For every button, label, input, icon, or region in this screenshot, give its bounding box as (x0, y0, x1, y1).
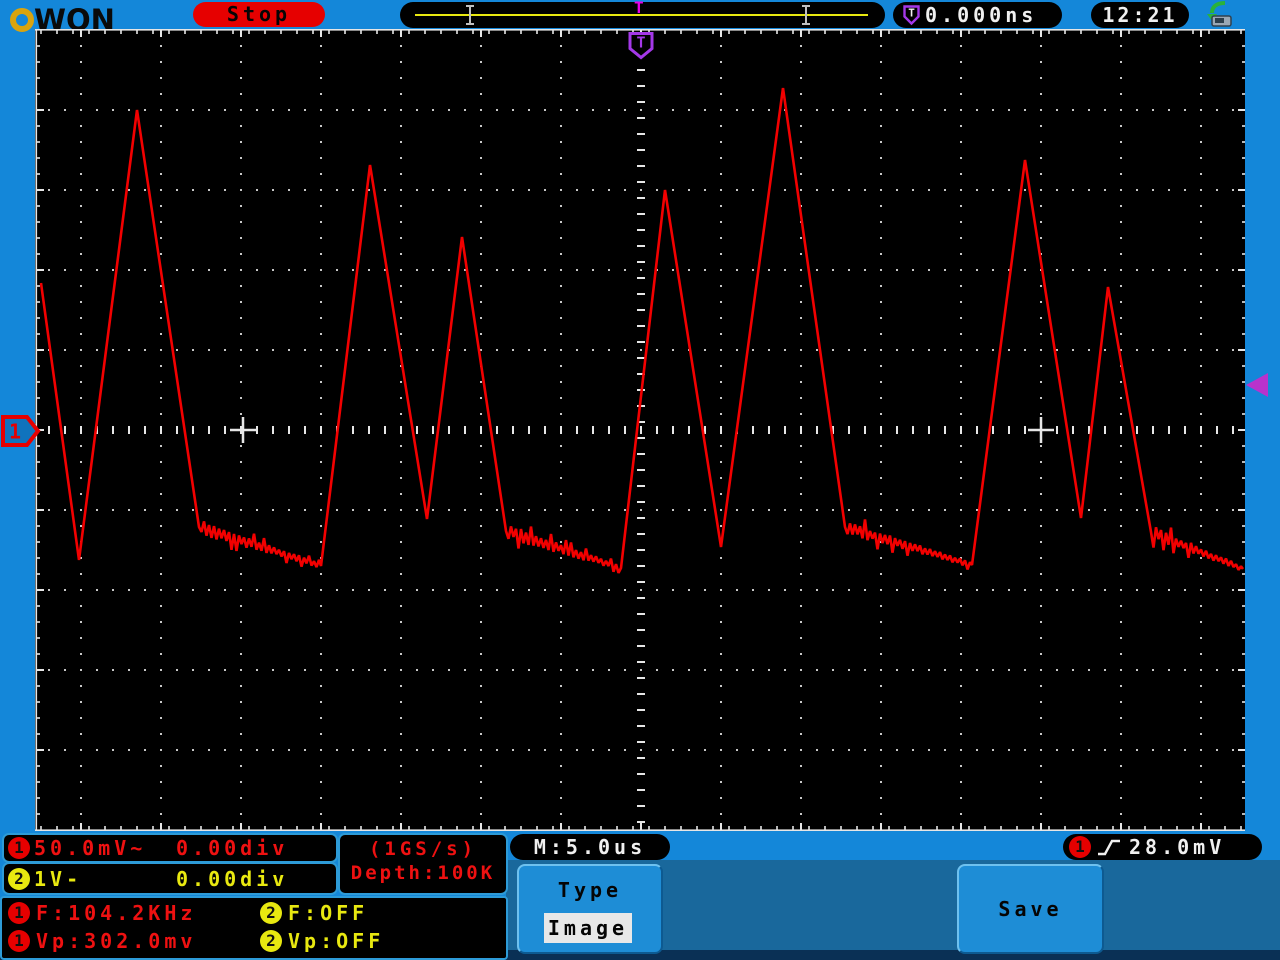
ch2-badge: 2 (8, 868, 30, 890)
type-button[interactable]: Type Image (517, 864, 663, 954)
run-status-badge[interactable]: Stop (193, 2, 325, 27)
type-label: Type (557, 878, 623, 902)
type-value-highlight: Image (544, 913, 632, 943)
meas3-ch-badge: 1 (8, 930, 30, 952)
trigger-info-badge: 1 28.0mV (1063, 834, 1262, 860)
scope-grid-and-trace (35, 29, 1247, 831)
record-window-end-bracket (805, 5, 807, 25)
run-status-label: Stop (226, 2, 292, 26)
scope-display (35, 29, 1247, 831)
trigger-delay-value: 0.000ns (925, 3, 1038, 27)
ch1-badge: 1 (8, 837, 30, 859)
meas2-value: F:OFF (288, 901, 369, 925)
trigger-delay-badge: T 0.000ns (893, 2, 1062, 28)
meas1-ch-badge: 1 (8, 902, 30, 924)
meas1-value: F:104.2KHz (36, 901, 197, 925)
rising-edge-icon (1098, 839, 1120, 856)
meas2-ch-badge: 2 (260, 902, 282, 924)
acquisition-box: (1GS/s) Depth:100K (338, 833, 508, 895)
timebase-value: M:5.0us (533, 835, 647, 859)
owon-logo: WON (10, 3, 115, 37)
record-window-start-bracket (469, 5, 471, 25)
measurements-panel: 1 F:104.2KHz 2 F:OFF 1 Vp:302.0mv 2 Vp:O… (0, 896, 508, 960)
ch1-offset: 0.00div (176, 836, 289, 860)
ch2-info-row: 2 1V- 0.00div (2, 862, 338, 895)
trigger-level-value: 28.0mV (1129, 835, 1226, 859)
topbar: WON Stop T T 0.000ns 12:21 (0, 0, 1280, 37)
ch1-info-row: 1 50.0mV~ 0.00div (2, 833, 338, 863)
svg-text:T: T (908, 7, 915, 20)
svg-text:T: T (636, 34, 645, 52)
oscilloscope-screen: WON Stop T T 0.000ns 12:21 T 1 1 50.0mV~… (0, 0, 1280, 960)
clock-badge: 12:21 (1091, 2, 1189, 28)
svg-text:1: 1 (9, 420, 21, 444)
save-label: Save (998, 897, 1063, 921)
meas3-value: Vp:302.0mv (36, 929, 197, 953)
sample-rate: (1GS/s) (368, 838, 478, 860)
ch2-scale: 1V- (34, 867, 83, 891)
trigger-position-marker[interactable]: T (627, 31, 655, 60)
trigger-level-marker[interactable] (1246, 373, 1268, 397)
save-button[interactable]: Save (957, 864, 1104, 954)
timebase-badge: M:5.0us (510, 834, 670, 860)
ch2-offset: 0.00div (176, 867, 289, 891)
record-depth: Depth:100K (350, 862, 496, 884)
meas4-ch-badge: 2 (260, 930, 282, 952)
usb-icon (1207, 1, 1232, 27)
ch1-scale: 50.0mV~ (34, 836, 147, 860)
clock-value: 12:21 (1102, 3, 1178, 27)
trigger-shield-icon: T (903, 5, 920, 26)
meas4-value: Vp:OFF (288, 929, 385, 953)
trigger-channel-badge: 1 (1069, 836, 1091, 858)
record-trigger-marker[interactable]: T (634, 0, 644, 17)
type-value: Image (547, 916, 629, 940)
channel1-level-marker[interactable]: 1 (0, 413, 42, 449)
logo-o-icon (10, 8, 34, 32)
